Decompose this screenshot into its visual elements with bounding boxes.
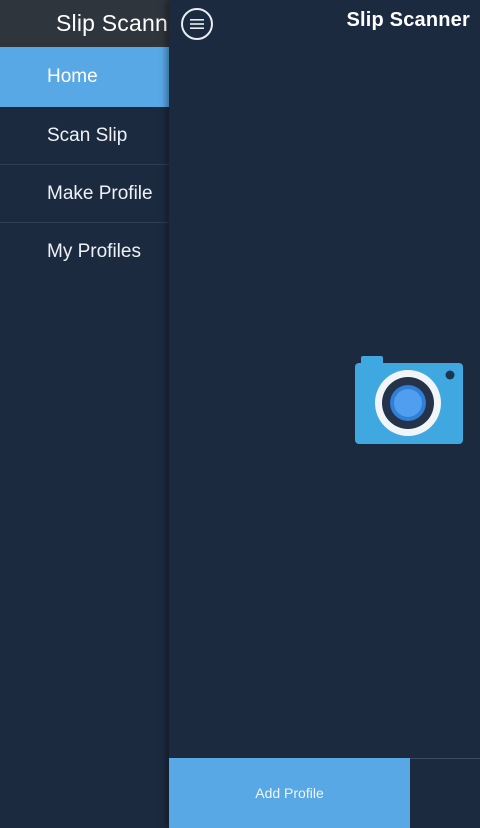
nav-drawer: Slip Scanner Home Scan Slip Make Profile… — [0, 0, 169, 828]
main-page: Slip Scanner Add Profile — [169, 0, 480, 828]
add-profile-button[interactable]: Add Profile — [169, 758, 410, 828]
app-screen: Slip Scanner Home Scan Slip Make Profile… — [0, 0, 480, 828]
camera-button[interactable] — [355, 356, 463, 446]
page-header: Slip Scanner — [169, 0, 480, 47]
drawer-item-scan-slip[interactable]: Scan Slip — [0, 107, 169, 165]
footer-secondary-slot — [410, 758, 480, 828]
drawer-item-my-profiles[interactable]: My Profiles — [0, 223, 169, 281]
drawer-title: Slip Scanner — [56, 10, 169, 36]
drawer-header: Slip Scanner — [0, 0, 169, 47]
menu-button[interactable] — [181, 8, 213, 40]
page-title: Slip Scanner — [346, 9, 470, 31]
camera-icon — [355, 356, 463, 450]
drawer-item-home[interactable]: Home — [0, 47, 169, 107]
hamburger-icon — [190, 18, 204, 30]
bottom-bar: Add Profile — [169, 758, 480, 828]
drawer-item-make-profile[interactable]: Make Profile — [0, 165, 169, 223]
